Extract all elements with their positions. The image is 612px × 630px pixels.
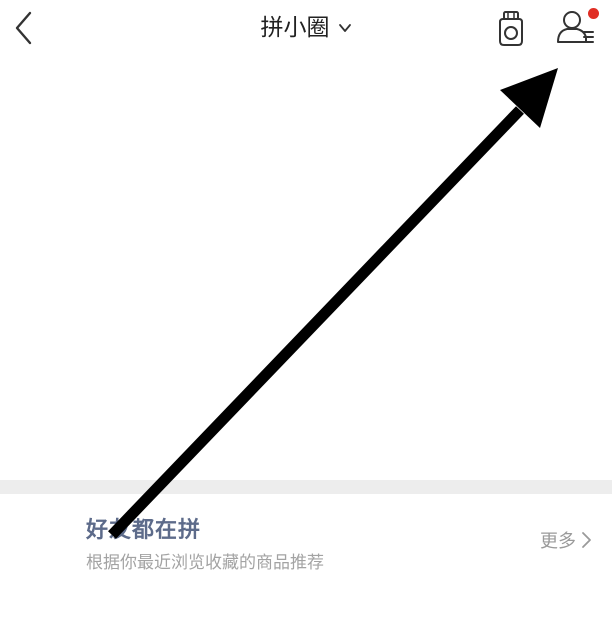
top-bar: 拼小圈 <box>0 0 612 58</box>
chevron-left-icon <box>15 11 32 45</box>
page-title: 拼小圈 <box>260 15 330 41</box>
notification-dot <box>588 8 599 19</box>
chevron-right-icon <box>582 532 591 548</box>
page: 拼小圈 好友都在拼 根据你最近浏览收藏的商品推荐 更多 <box>0 0 612 630</box>
chevron-down-icon <box>338 24 351 32</box>
more-button[interactable]: 更多 <box>540 527 592 553</box>
medal-button[interactable] <box>495 10 527 48</box>
section-subtitle: 根据你最近浏览收藏的商品推荐 <box>86 553 324 573</box>
friends-section: 好友都在拼 根据你最近浏览收藏的商品推荐 更多 <box>0 494 612 630</box>
section-title: 好友都在拼 <box>86 518 202 543</box>
section-divider <box>0 480 612 494</box>
medal-badge-icon <box>499 11 523 46</box>
profile-button[interactable] <box>553 6 601 48</box>
back-button[interactable] <box>8 8 44 48</box>
title-dropdown[interactable]: 拼小圈 <box>261 10 352 46</box>
more-label: 更多 <box>540 531 576 552</box>
